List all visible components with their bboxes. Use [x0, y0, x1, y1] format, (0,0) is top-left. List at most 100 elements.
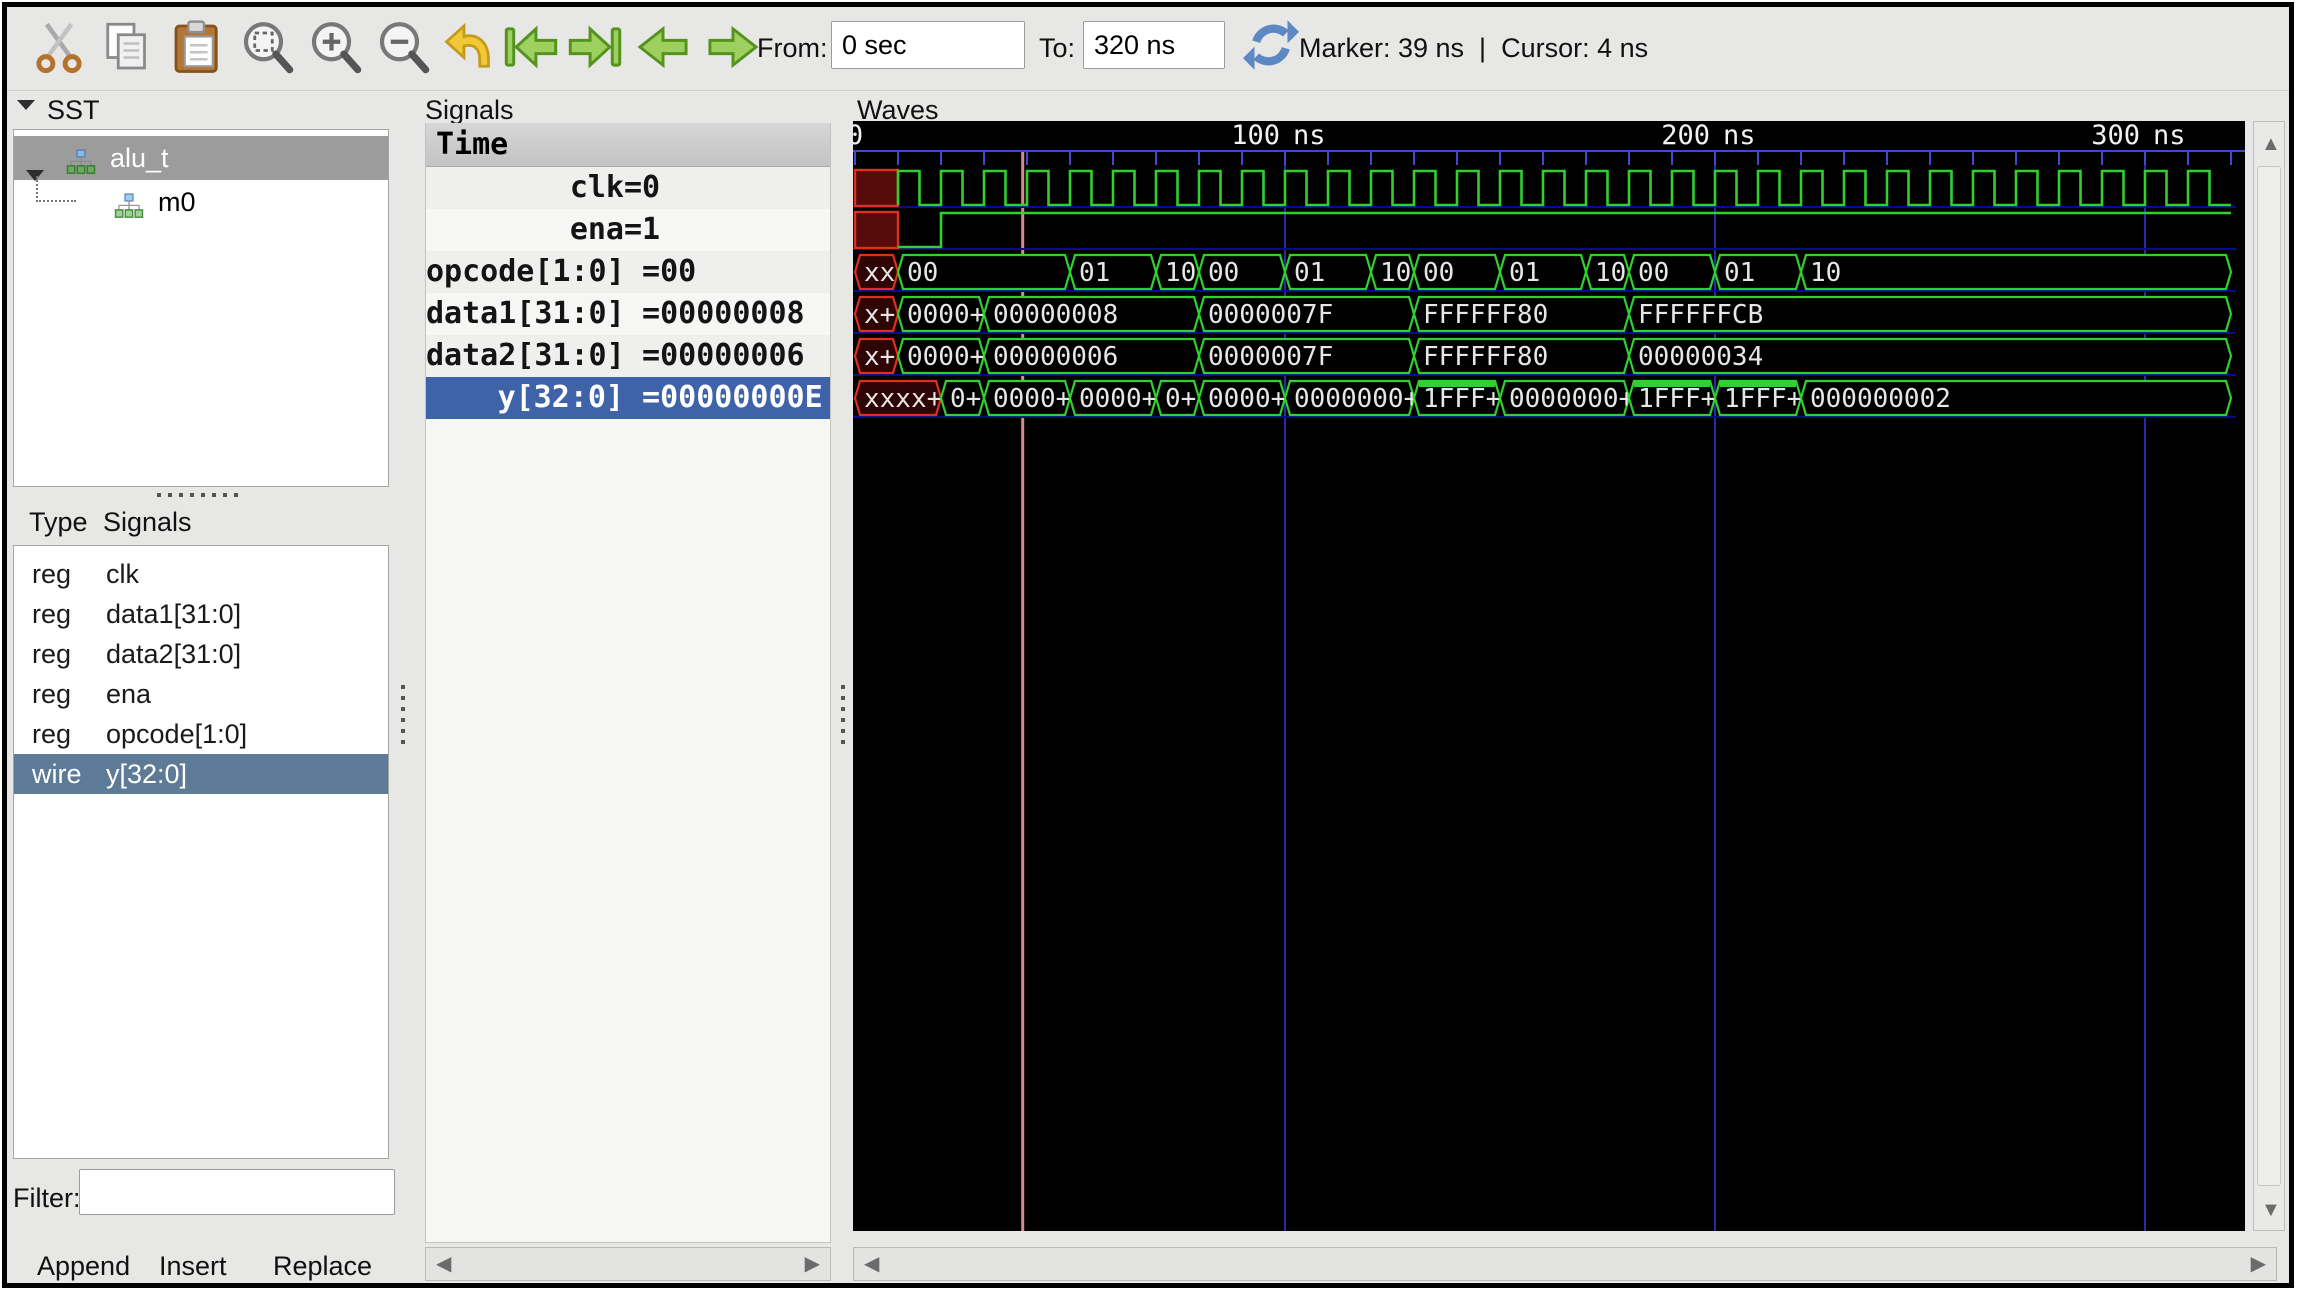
svg-text:xx: xx — [864, 258, 895, 288]
svg-text:00: 00 — [1423, 258, 1454, 288]
signal-name: data1[31:0] — [106, 594, 241, 634]
signals-pane-row[interactable]: data1[31:0] =00000008 — [426, 293, 830, 335]
pane-handle[interactable] — [157, 493, 241, 497]
svg-text:01: 01 — [1294, 258, 1325, 288]
signal-name: clk — [426, 167, 624, 209]
filter-label: Filter: — [13, 1183, 81, 1214]
paste-icon[interactable] — [169, 19, 225, 77]
type-column-header: Type — [29, 507, 88, 538]
svg-text:ns: ns — [1723, 121, 1756, 151]
signal-value: =1 — [624, 209, 660, 251]
scroll-left-icon[interactable]: ◀ — [864, 1248, 879, 1280]
svg-text:FFFFFFCB: FFFFFFCB — [1638, 300, 1763, 330]
to-input[interactable] — [1083, 21, 1225, 69]
svg-text:FFFFFF80: FFFFFF80 — [1423, 342, 1548, 372]
time-header[interactable]: Time — [426, 123, 830, 167]
signal-browser-row[interactable]: wirey[32:0] — [14, 754, 388, 794]
scroll-right-icon[interactable]: ▶ — [2251, 1248, 2266, 1280]
svg-text:00: 00 — [1208, 258, 1239, 288]
svg-text:000000002: 000000002 — [1810, 384, 1951, 414]
signals-pane: Time clk=0ena=1opcode[1:0] =00data1[31:0… — [425, 123, 831, 1243]
signal-type: reg — [32, 594, 71, 634]
pane-handle[interactable] — [401, 685, 405, 745]
signal-browser-row[interactable]: reg data1[31:0] — [14, 594, 388, 634]
tree-connector — [36, 176, 76, 202]
signal-browser-row[interactable]: reg clk — [14, 554, 388, 594]
signal-name: clk — [106, 554, 139, 594]
zoom-out-icon[interactable] — [375, 19, 431, 77]
signal-name: ena — [426, 209, 624, 251]
waves-vertical-scrollbar[interactable]: ▲ ▼ — [2253, 121, 2285, 1231]
signal-type: reg — [32, 634, 71, 674]
sst-node-alu_t[interactable]: alu_t — [14, 136, 388, 180]
replace-button[interactable]: Replace — [273, 1251, 372, 1282]
reload-icon[interactable] — [1243, 17, 1299, 75]
svg-text:1FFF+: 1FFF+ — [1724, 384, 1802, 414]
go-left-icon[interactable] — [635, 19, 691, 77]
go-to-start-icon[interactable] — [503, 19, 559, 77]
go-to-end-icon[interactable] — [567, 19, 623, 77]
signals-column-header: Signals — [103, 507, 192, 538]
svg-text:300: 300 — [2091, 121, 2140, 151]
svg-text:0: 0 — [853, 121, 863, 151]
cut-icon[interactable] — [31, 19, 87, 77]
signal-browser-row[interactable]: regena — [14, 674, 388, 714]
signals-pane-row[interactable]: data2[31:0] =00000006 — [426, 335, 830, 377]
signals-pane-row[interactable]: y[32:0] =00000000E — [426, 377, 830, 419]
marker-cursor-status: Marker: 39 ns | Cursor: 4 ns — [1299, 33, 1648, 64]
signals-pane-row[interactable]: opcode[1:0] =00 — [426, 251, 830, 293]
scroll-down-icon[interactable]: ▼ — [2261, 1194, 2281, 1226]
scroll-right-icon[interactable]: ▶ — [805, 1248, 820, 1280]
sst-expander-icon[interactable] — [17, 97, 35, 115]
scroll-left-icon[interactable]: ◀ — [436, 1248, 451, 1280]
from-input[interactable] — [831, 21, 1025, 69]
signal-type: reg — [32, 554, 71, 594]
signal-browser-list: reg clk reg data1[31:0] reg data2[31:0]regena… — [13, 545, 389, 1159]
signal-value: =00000000E — [624, 377, 823, 419]
scroll-up-icon[interactable]: ▲ — [2261, 128, 2281, 160]
pane-handle[interactable] — [841, 685, 845, 745]
svg-text:01: 01 — [1724, 258, 1755, 288]
signals-pane-row[interactable]: ena=1 — [426, 209, 830, 251]
wave-canvas[interactable]: 0100ns200ns300nsxx0001100001100001100001… — [853, 121, 2245, 1231]
module-icon — [114, 189, 144, 233]
signal-name: data2[31:0] — [106, 634, 241, 674]
copy-icon[interactable] — [99, 19, 155, 77]
svg-text:01: 01 — [1509, 258, 1540, 288]
signal-name: data1[31:0] — [426, 293, 624, 335]
signal-type: reg — [32, 714, 71, 754]
zoom-in-icon[interactable] — [307, 19, 363, 77]
scrollbar-thumb[interactable] — [2257, 166, 2281, 1186]
svg-text:10: 10 — [1810, 258, 1841, 288]
svg-text:10: 10 — [1165, 258, 1196, 288]
insert-button[interactable]: Insert — [159, 1251, 227, 1282]
signal-name: y[32:0] — [106, 754, 187, 794]
signal-browser-row[interactable]: reg data2[31:0] — [14, 634, 388, 674]
signals-horizontal-scrollbar[interactable]: ◀ ▶ — [425, 1247, 831, 1281]
zoom-fit-icon[interactable] — [239, 19, 295, 77]
signals-pane-row[interactable]: clk=0 — [426, 167, 830, 209]
signal-browser-row[interactable]: regopcode[1:0] — [14, 714, 388, 754]
svg-text:00000034: 00000034 — [1638, 342, 1763, 372]
waves-horizontal-scrollbar[interactable]: ◀ ▶ — [853, 1247, 2277, 1281]
svg-text:200: 200 — [1661, 121, 1710, 151]
svg-text:10: 10 — [1380, 258, 1411, 288]
go-right-icon[interactable] — [705, 19, 761, 77]
filter-input[interactable] — [79, 1169, 395, 1215]
svg-text:0+: 0+ — [950, 384, 981, 414]
signal-value: =00000008 — [624, 293, 805, 335]
svg-text:0+: 0+ — [1165, 384, 1196, 414]
svg-text:00000006: 00000006 — [993, 342, 1118, 372]
svg-text:00: 00 — [1638, 258, 1669, 288]
append-button[interactable]: Append — [37, 1251, 130, 1282]
svg-text:0000000+: 0000000+ — [1509, 384, 1634, 414]
svg-text:100: 100 — [1231, 121, 1280, 151]
signal-name: data2[31:0] — [426, 335, 624, 377]
undo-icon[interactable] — [443, 19, 499, 77]
signal-name: y[32:0] — [426, 377, 624, 419]
svg-text:00: 00 — [907, 258, 938, 288]
sst-node-m0[interactable]: m0 — [14, 180, 388, 224]
signal-value: =00 — [624, 251, 696, 293]
tree-node-label: alu_t — [110, 136, 169, 180]
sst-tree: alu_t m0 — [13, 129, 389, 487]
